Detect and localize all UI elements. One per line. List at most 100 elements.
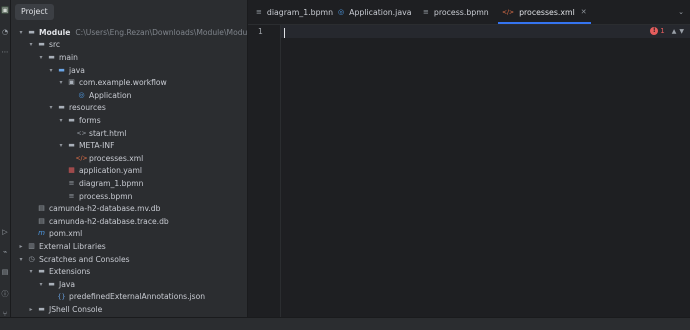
tree-item-java-extension[interactable]: ▾ ▬ Java [11, 278, 273, 291]
text-file-icon: ≡ [68, 191, 75, 200]
chevron-down-icon[interactable]: ▼ [679, 28, 684, 35]
terminal-icon[interactable]: ▤ [1, 268, 9, 276]
tree-item-trace-db[interactable]: ▤ camunda-h2-database.trace.db [11, 215, 271, 228]
chevron-down-icon[interactable]: ▾ [47, 104, 55, 111]
folder-icon: ▬ [38, 267, 45, 276]
chevron-down-icon[interactable]: ▾ [47, 67, 55, 74]
tree-item-label: External Libraries [39, 241, 106, 251]
tab-processes-xml[interactable]: </> processes.xml ✕ [498, 0, 591, 24]
tree-item-label: processes.xml [89, 153, 144, 163]
tree-item-jshell-console[interactable]: ▸ ▬ JShell Console [11, 303, 263, 316]
tree-item-label: Scratches and Consoles [39, 254, 130, 264]
tab-label: Application.java [349, 7, 412, 17]
chevron-down-icon[interactable]: ▾ [17, 256, 25, 263]
chevron-down-icon[interactable]: ▾ [27, 268, 35, 275]
tree-item-label: src [49, 40, 61, 50]
chevron-right-icon[interactable]: ▸ [27, 306, 35, 313]
tab-list-chevron-icon[interactable]: ⌄ [676, 7, 686, 17]
chevron-down-icon[interactable]: ▾ [27, 41, 35, 48]
tree-item-mv-db[interactable]: ▤ camunda-h2-database.mv.db [11, 202, 271, 215]
tree-item-label: start.html [89, 128, 127, 138]
tree-item-label: camunda-h2-database.trace.db [49, 216, 169, 226]
class-icon: ◎ [78, 90, 85, 99]
text-file-icon: ≡ [423, 8, 429, 16]
tree-item-label: pom.xml [49, 229, 83, 239]
package-icon: ▣ [68, 78, 75, 87]
chevron-down-icon[interactable]: ▾ [57, 117, 65, 124]
chevron-down-icon[interactable]: ▾ [57, 79, 65, 86]
tree-item-extensions[interactable]: ▾ ▬ Extensions [11, 265, 263, 278]
tree-item-module[interactable]: ▾ ▬ Module C:\Users\Eng.Rezan\Downloads\… [11, 26, 255, 39]
database-file-icon: ▤ [38, 204, 45, 213]
tree-item-src[interactable]: ▾ ▬ src [11, 39, 263, 52]
library-icon: ▥ [28, 241, 35, 250]
project-tool-window: Project ▾ ▬ Module C:\Users\Eng.Rezan\Do… [11, 0, 254, 329]
tree-item-label: camunda-h2-database.mv.db [49, 204, 161, 214]
tree-item-label: Extensions [49, 267, 91, 277]
problems-icon[interactable]: ⓘ [1, 290, 9, 298]
tree-item-label: Application [89, 90, 132, 100]
folder-icon: ▬ [38, 304, 45, 313]
tree-item-main[interactable]: ▾ ▬ main [11, 51, 273, 64]
line-gutter: 1 [248, 25, 281, 329]
tool-window-strip: ▣ ◔ ⋯ ▷ ⌁ ▤ ⓘ ⑂ [0, 0, 11, 329]
run-icon[interactable]: ▷ [1, 228, 9, 236]
tree-item-label: com.example.workflow [79, 78, 167, 88]
project-icon[interactable]: ▣ [1, 6, 9, 14]
commit-icon[interactable]: ◔ [1, 28, 9, 36]
yaml-file-icon: ▦ [68, 166, 75, 175]
inspection-widget[interactable]: ! 1 ▲ ▼ [650, 27, 684, 35]
tree-item-path: C:\Users\Eng.Rezan\Downloads\Module\Modu… [75, 27, 255, 37]
tree-item-label: META-INF [79, 141, 115, 151]
folder-icon: ▬ [68, 141, 75, 150]
editor-area: ≡ diagram_1.bpmn ◎ Application.java ≡ pr… [248, 0, 690, 329]
html-file-icon: <> [76, 129, 87, 137]
text-caret [284, 28, 285, 38]
chevron-up-icon[interactable]: ▲ [672, 28, 677, 35]
error-icon: ! [650, 27, 659, 35]
tab-diagram-bpmn[interactable]: ≡ diagram_1.bpmn [256, 0, 333, 24]
tree-item-external-libraries[interactable]: ▸ ▥ External Libraries [11, 240, 253, 253]
tree-item-label: Module [39, 27, 71, 37]
status-bar [0, 317, 690, 330]
text-file-icon: ≡ [68, 178, 75, 187]
tree-item-pom-xml[interactable]: m pom.xml [11, 228, 271, 241]
text-file-icon: ≡ [256, 8, 262, 16]
editor-tab-bar: ≡ diagram_1.bpmn ◎ Application.java ≡ pr… [248, 0, 690, 25]
folder-icon: ▬ [38, 40, 45, 49]
maven-icon: m [38, 229, 45, 238]
chevron-down-icon[interactable]: ▾ [17, 29, 25, 36]
tree-item-java[interactable]: ▾ ▬ java [11, 64, 283, 77]
project-panel-header: Project [11, 0, 247, 24]
tab-label: diagram_1.bpmn [266, 7, 334, 17]
tree-item-resources[interactable]: ▾ ▬ resources [11, 102, 283, 115]
folder-icon: ▬ [48, 279, 55, 288]
close-icon[interactable]: ✕ [581, 8, 587, 16]
class-icon: ◎ [338, 8, 345, 16]
tree-item-label: java [69, 65, 85, 75]
tab-process-bpmn[interactable]: ≡ process.bpmn [423, 0, 489, 24]
active-tab-indicator [498, 22, 591, 24]
tab-label: process.bpmn [433, 7, 489, 17]
scratch-icon: ◷ [28, 254, 35, 263]
tree-item-label: process.bpmn [79, 191, 133, 201]
plugin-icon[interactable]: ⌁ [1, 248, 9, 256]
tree-item-label: diagram_1.bpmn [79, 178, 144, 188]
more-icon[interactable]: ⋯ [1, 48, 9, 56]
chevron-right-icon[interactable]: ▸ [17, 243, 25, 250]
project-tab[interactable]: Project [15, 4, 54, 20]
folder-icon: ▬ [68, 115, 75, 124]
tab-label: processes.xml [519, 7, 575, 17]
tree-item-label: forms [79, 115, 101, 125]
folder-icon: ▬ [58, 103, 65, 112]
tree-item-label: Java [59, 279, 76, 289]
tab-application-java[interactable]: ◎ Application.java [338, 0, 412, 24]
tree-item-scratches[interactable]: ▾ ◷ Scratches and Consoles [11, 253, 253, 266]
chevron-down-icon[interactable]: ▾ [57, 142, 65, 149]
json-file-icon: {} [57, 292, 66, 301]
chevron-down-icon[interactable]: ▾ [37, 281, 45, 288]
chevron-down-icon[interactable]: ▾ [37, 54, 45, 61]
database-file-icon: ▤ [38, 216, 45, 225]
xml-file-icon: </> [502, 8, 515, 16]
line-number: 1 [258, 27, 263, 36]
